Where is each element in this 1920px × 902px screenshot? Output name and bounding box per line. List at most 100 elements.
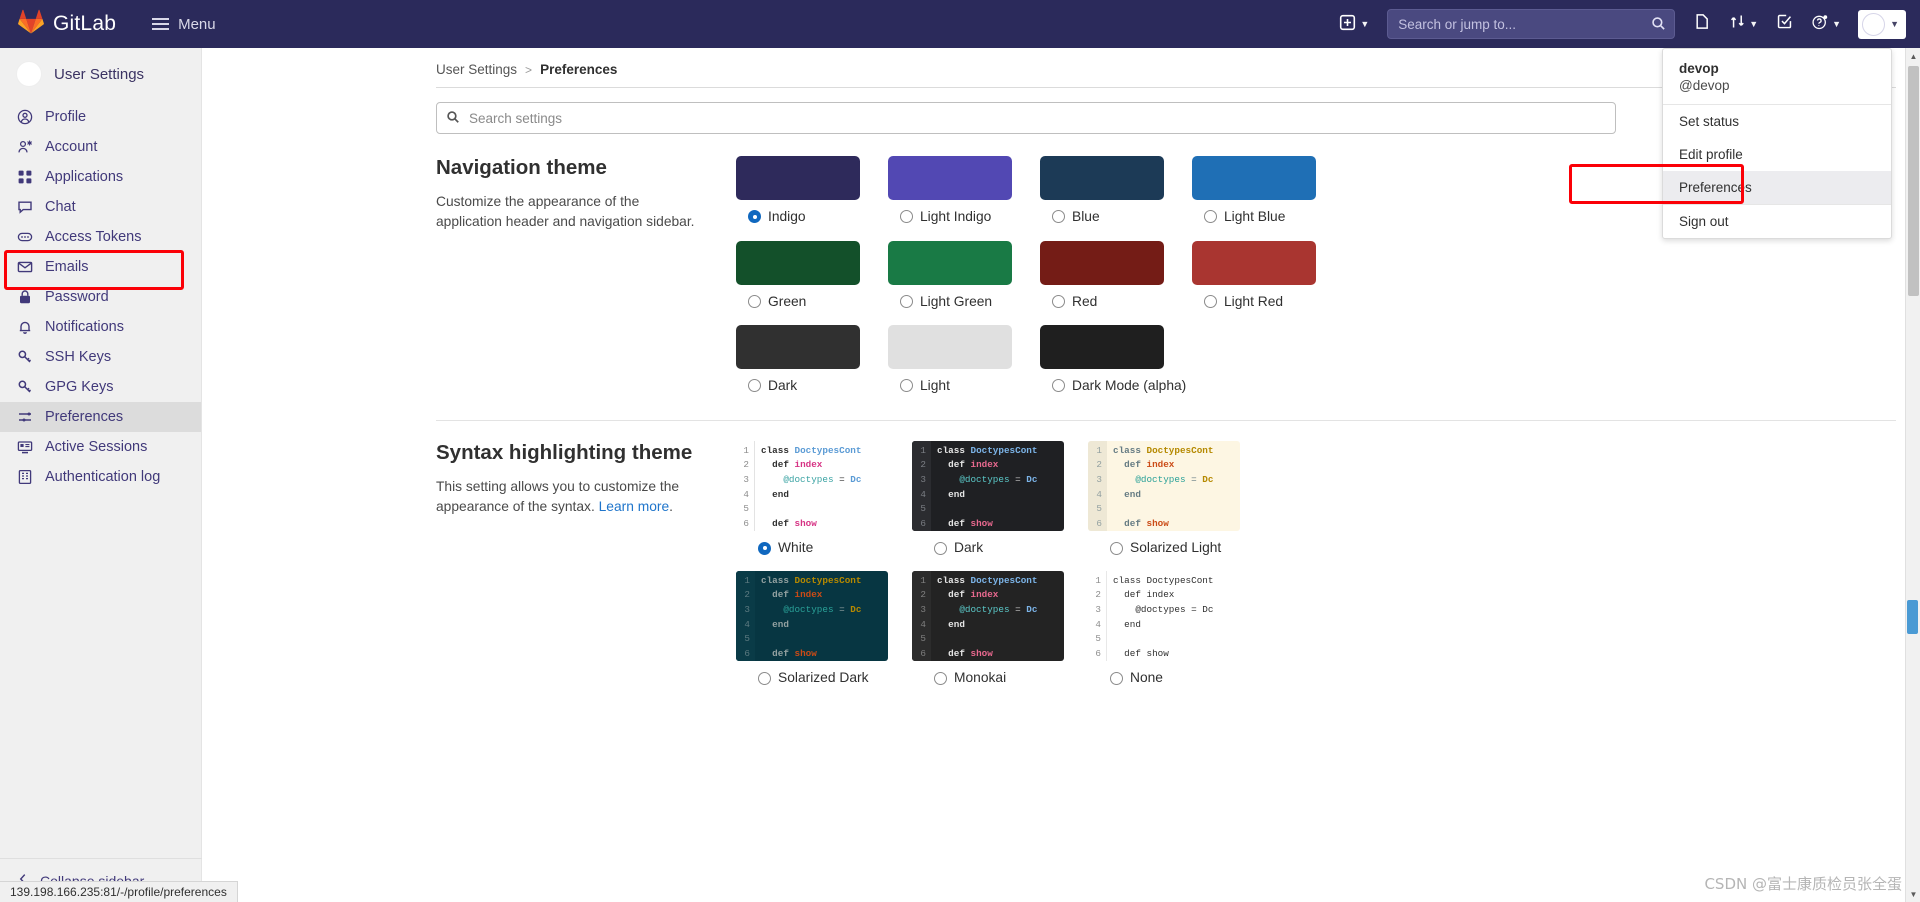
- sidebar-item-gpg-keys[interactable]: GPG Keys: [0, 372, 201, 402]
- syntax-radio[interactable]: [934, 541, 947, 555]
- page-scrollbar[interactable]: ▲ ▼: [1905, 48, 1920, 902]
- theme-label[interactable]: Light Green: [888, 293, 1040, 312]
- sidebar-item-emails[interactable]: Emails: [0, 252, 201, 282]
- theme-radio[interactable]: [1052, 379, 1065, 393]
- theme-option-light-green[interactable]: Light Green: [888, 240, 1040, 326]
- theme-radio[interactable]: [1052, 294, 1065, 308]
- syntax-label[interactable]: White: [736, 540, 912, 555]
- key-icon: [16, 379, 33, 396]
- dropdown-item-preferences[interactable]: Preferences: [1663, 171, 1891, 204]
- syntax-label[interactable]: Solarized Dark: [736, 670, 912, 685]
- theme-swatch[interactable]: [1040, 240, 1164, 285]
- dropdown-item-sign-out[interactable]: Sign out: [1663, 205, 1891, 238]
- theme-swatch[interactable]: [1040, 156, 1164, 200]
- syntax-option-solarized-dark[interactable]: 123456 class DoctypesCont def index @doc…: [736, 570, 912, 701]
- sidebar-item-access-tokens[interactable]: Access Tokens: [0, 222, 201, 252]
- theme-radio[interactable]: [1052, 210, 1065, 223]
- theme-option-light-indigo[interactable]: Light Indigo: [888, 156, 1040, 241]
- scroll-up-arrow[interactable]: ▲: [1906, 48, 1920, 64]
- theme-option-red[interactable]: Red: [1040, 240, 1192, 326]
- theme-radio[interactable]: [1204, 294, 1217, 308]
- dropdown-item-edit-profile[interactable]: Edit profile: [1663, 138, 1891, 171]
- theme-radio[interactable]: [748, 210, 761, 223]
- sidebar-item-profile[interactable]: Profile: [0, 102, 201, 132]
- search-settings-field[interactable]: [436, 102, 1616, 134]
- theme-label[interactable]: Dark Mode (alpha): [1040, 377, 1192, 396]
- gitlab-brand[interactable]: GitLab: [18, 9, 116, 40]
- merge-requests-button[interactable]: ▼: [1720, 8, 1767, 40]
- theme-option-light[interactable]: Light: [888, 325, 1040, 410]
- syntax-option-monokai[interactable]: 123456 class DoctypesCont def index @doc…: [912, 570, 1088, 701]
- theme-option-green[interactable]: Green: [736, 240, 888, 326]
- syntax-option-white[interactable]: 123456 class DoctypesCont def index @doc…: [736, 440, 912, 571]
- theme-label[interactable]: Red: [1040, 293, 1192, 312]
- syntax-option-solarized-light[interactable]: 123456 class DoctypesCont def index @doc…: [1088, 440, 1264, 571]
- breadcrumb-parent[interactable]: User Settings: [436, 62, 517, 77]
- theme-swatch[interactable]: [736, 240, 860, 285]
- syntax-label[interactable]: Monokai: [912, 670, 1088, 685]
- help-icon: [1811, 13, 1829, 36]
- theme-swatch[interactable]: [736, 325, 860, 370]
- theme-label[interactable]: Dark: [736, 377, 888, 396]
- theme-label[interactable]: Green: [736, 293, 888, 312]
- theme-label-text: Light Indigo: [920, 209, 992, 224]
- theme-radio[interactable]: [900, 294, 913, 308]
- sidebar-item-chat[interactable]: Chat: [0, 192, 201, 222]
- theme-swatch[interactable]: [888, 240, 1012, 285]
- theme-radio[interactable]: [748, 294, 761, 308]
- theme-option-indigo[interactable]: Indigo: [736, 156, 888, 241]
- theme-swatch[interactable]: [1192, 156, 1316, 200]
- scrollbar-thumb[interactable]: [1908, 66, 1919, 296]
- sidebar-item-preferences[interactable]: Preferences: [0, 402, 201, 432]
- syntax-radio[interactable]: [1110, 671, 1123, 685]
- sidebar-item-ssh-keys[interactable]: SSH Keys: [0, 342, 201, 372]
- sidebar-item-account[interactable]: Account: [0, 132, 201, 162]
- new-item-button[interactable]: ▼: [1331, 10, 1377, 38]
- theme-swatch[interactable]: [736, 156, 860, 200]
- scroll-down-arrow[interactable]: ▼: [1906, 886, 1920, 902]
- theme-radio[interactable]: [1204, 210, 1217, 223]
- menu-button[interactable]: Menu: [144, 10, 224, 39]
- theme-option-dark-mode-alpha[interactable]: Dark Mode (alpha): [1040, 325, 1192, 410]
- theme-swatch[interactable]: [1040, 325, 1164, 370]
- sidebar-item-applications[interactable]: Applications: [0, 162, 201, 192]
- syntax-label[interactable]: Solarized Light: [1088, 540, 1264, 555]
- theme-label[interactable]: Blue: [1040, 208, 1192, 227]
- theme-label[interactable]: Light Blue: [1192, 208, 1344, 227]
- theme-swatch[interactable]: [888, 156, 1012, 200]
- syntax-option-none[interactable]: 123456 class DoctypesCont def index @doc…: [1088, 570, 1264, 701]
- sidebar-item-notifications[interactable]: Notifications: [0, 312, 201, 342]
- theme-label[interactable]: Light Red: [1192, 293, 1344, 312]
- issues-button[interactable]: [1685, 8, 1720, 40]
- syntax-radio[interactable]: [934, 671, 947, 685]
- syntax-radio[interactable]: [758, 541, 771, 555]
- sidebar-item-authentication-log[interactable]: Authentication log: [0, 462, 201, 492]
- syntax-label[interactable]: Dark: [912, 540, 1088, 555]
- theme-swatch[interactable]: [1192, 240, 1316, 285]
- theme-radio[interactable]: [900, 379, 913, 393]
- theme-label[interactable]: Light Indigo: [888, 208, 1040, 227]
- help-button[interactable]: ▼: [1802, 8, 1850, 41]
- theme-option-blue[interactable]: Blue: [1040, 156, 1192, 241]
- theme-label[interactable]: Indigo: [736, 208, 888, 227]
- theme-swatch[interactable]: [888, 325, 1012, 370]
- dropdown-item-set-status[interactable]: Set status: [1663, 105, 1891, 138]
- theme-label[interactable]: Light: [888, 377, 1040, 396]
- learn-more-link[interactable]: Learn more: [599, 499, 670, 514]
- theme-radio[interactable]: [748, 379, 761, 393]
- theme-option-dark[interactable]: Dark: [736, 325, 888, 410]
- sidebar-item-active-sessions[interactable]: Active Sessions: [0, 432, 201, 462]
- theme-option-light-blue[interactable]: Light Blue: [1192, 156, 1344, 241]
- theme-radio[interactable]: [900, 210, 913, 223]
- global-search[interactable]: [1387, 9, 1676, 39]
- todos-button[interactable]: [1767, 8, 1802, 40]
- search-settings-input[interactable]: [436, 102, 1616, 134]
- syntax-radio[interactable]: [1110, 541, 1123, 555]
- user-menu-button[interactable]: ▼: [1858, 9, 1906, 39]
- syntax-label[interactable]: None: [1088, 670, 1264, 685]
- theme-option-light-red[interactable]: Light Red: [1192, 240, 1344, 326]
- search-input[interactable]: [1387, 9, 1676, 39]
- syntax-option-dark[interactable]: 123456 class DoctypesCont def index @doc…: [912, 440, 1088, 571]
- sidebar-item-password[interactable]: Password: [0, 282, 201, 312]
- syntax-radio[interactable]: [758, 671, 771, 685]
